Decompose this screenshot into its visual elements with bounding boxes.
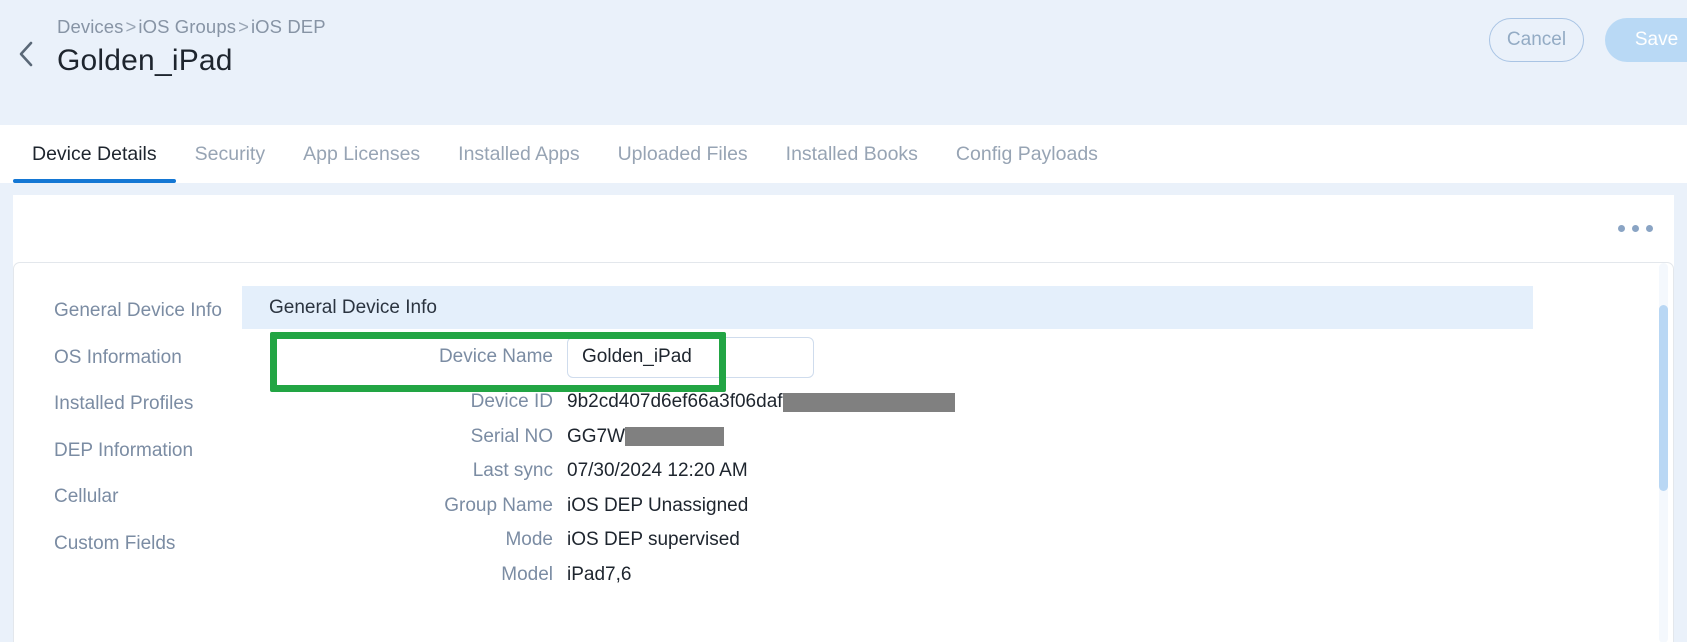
breadcrumb-item-ios-groups[interactable]: iOS Groups [138,16,236,37]
tab-label: Security [194,142,266,165]
field-row-serial-no: Serial NO GG7W [242,420,1673,455]
field-value-text: GG7W [567,425,626,447]
field-label: Mode [505,529,553,551]
back-button[interactable] [8,36,44,72]
sidebar-item-label: DEP Information [54,439,194,461]
tab-security[interactable]: Security [176,125,284,183]
detail-pane: General Device Info Device Name Device I… [242,263,1673,642]
card-body: General Device Info OS Information Insta… [13,262,1674,642]
detail-side-nav: General Device Info OS Information Insta… [14,263,242,567]
field-value: GG7W [567,425,725,448]
content-card: General Device Info OS Information Insta… [13,195,1674,642]
card-toolbar [13,195,1674,262]
scrollbar-thumb[interactable] [1659,305,1668,491]
field-label: Last sync [472,460,553,482]
header-content-divider [0,183,1687,195]
sidebar-item-cellular[interactable]: Cellular [14,474,242,521]
device-name-input[interactable] [567,336,814,378]
kebab-menu-icon[interactable] [1616,219,1655,238]
field-value: 07/30/2024 12:20 AM [567,460,748,482]
tab-label: Device Details [32,142,157,165]
sidebar-item-dep-information[interactable]: DEP Information [14,428,242,475]
breadcrumb-item-ios-dep[interactable]: iOS DEP [251,16,326,37]
tab-label: Installed Apps [458,142,580,165]
page-header: Devices > iOS Groups > iOS DEP Golden_iPad C… [0,0,1687,125]
sidebar-item-installed-profiles[interactable]: Installed Profiles [14,381,242,428]
tab-bar: Device Details Security App Licenses Ins… [0,125,1687,183]
tab-label: App Licenses [303,142,421,165]
save-button[interactable]: Save [1605,18,1687,62]
field-row-group-name: Group Name iOS DEP Unassigned [242,489,1673,524]
tab-label: Config Payloads [955,142,1098,165]
cancel-button[interactable]: Cancel [1489,18,1584,62]
field-label: Group Name [444,494,553,516]
field-label: Model [501,563,553,585]
field-row-device-id: Device ID 9b2cd407d6ef66a3f06daf [242,385,1673,420]
field-label: Device ID [470,391,553,413]
field-row-device-name: Device Name [242,329,1673,385]
sidebar-item-label: Installed Profiles [54,393,194,415]
sidebar-item-custom-fields[interactable]: Custom Fields [14,521,242,568]
sidebar-item-label: OS Information [54,346,182,368]
header-actions: Cancel Save [1489,18,1687,62]
breadcrumb-separator: > [238,16,249,37]
breadcrumb: Devices > iOS Groups > iOS DEP [57,16,326,38]
page-title: Golden_iPad [57,44,233,77]
device-details-page: Devices > iOS Groups > iOS DEP Golden_iPad C… [0,0,1687,642]
field-row-last-sync: Last sync 07/30/2024 12:20 AM [242,454,1673,489]
tab-label: Installed Books [785,142,918,165]
field-label: Serial NO [470,425,553,447]
field-value-text: 9b2cd407d6ef66a3f06daf [567,391,783,413]
sidebar-item-label: General Device Info [54,300,222,322]
chevron-left-icon [18,41,34,67]
tab-app-licenses[interactable]: App Licenses [284,125,439,183]
section-header-general-device-info: General Device Info [242,286,1533,329]
field-value: 9b2cd407d6ef66a3f06daf [567,391,955,413]
redaction-bar [625,427,725,447]
tab-device-details[interactable]: Device Details [13,125,176,183]
breadcrumb-separator: > [125,16,137,37]
redaction-bar [782,392,955,412]
field-row-model: Model iPad7,6 [242,558,1673,593]
field-value: iOS DEP Unassigned [567,494,749,516]
field-label: Device Name [438,346,553,367]
tab-uploaded-files[interactable]: Uploaded Files [599,125,767,183]
tab-installed-books[interactable]: Installed Books [767,125,937,183]
sidebar-item-os-information[interactable]: OS Information [14,335,242,382]
field-value: iOS DEP supervised [567,529,740,551]
device-info-field-list: Device Name Device ID 9b2cd407d6ef66a3f0… [242,329,1673,592]
tab-label: Uploaded Files [617,142,748,165]
sidebar-item-general-device-info[interactable]: General Device Info [14,288,242,335]
breadcrumb-item-devices[interactable]: Devices [57,16,124,37]
field-value: iPad7,6 [567,563,632,585]
field-row-mode: Mode iOS DEP supervised [242,523,1673,558]
tab-installed-apps[interactable]: Installed Apps [439,125,598,183]
tab-config-payloads[interactable]: Config Payloads [937,125,1117,183]
sidebar-item-label: Custom Fields [54,532,176,554]
sidebar-item-label: Cellular [54,486,119,508]
